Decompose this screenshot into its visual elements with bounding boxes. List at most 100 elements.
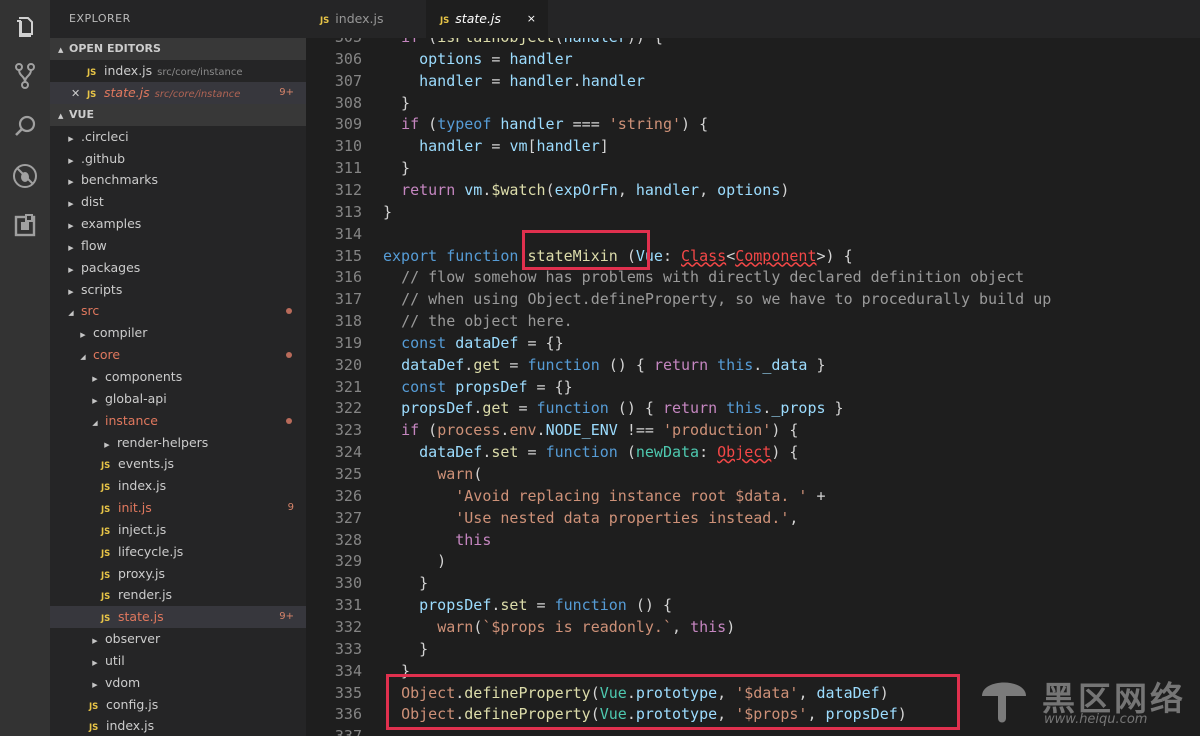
tree-folder[interactable]: ▶ .circleci (50, 126, 306, 148)
code-line: return vm.$watch(expOrFn, handler, optio… (401, 180, 790, 199)
explorer-sidebar: EXPLORER ▲ OPEN EDITORS JS index.js src/cor… (50, 0, 306, 736)
line-number: 318 (334, 312, 362, 331)
tree-folder[interactable]: ▶ examples (50, 213, 306, 235)
line-number: 324 (334, 443, 362, 462)
line-number: 325 (334, 465, 362, 483)
code-line: warn(`$props is readonly.`, this) (437, 617, 736, 636)
tree-folder[interactable]: ◢ instance (50, 410, 306, 432)
code-line: handler = handler.handler (419, 71, 645, 90)
line-number: 326 (334, 486, 362, 505)
error-dot (286, 417, 292, 424)
tree-file[interactable]: JS events.js (50, 453, 306, 475)
line-number: 330 (334, 574, 362, 593)
line-number: 327 (334, 508, 362, 527)
tree-folder[interactable]: ▶ compiler (50, 322, 306, 344)
open-editor-item[interactable]: JS index.js src/core/instance (50, 60, 306, 82)
code-line: } (383, 93, 411, 112)
tree-file[interactable]: JS lifecycle.js (50, 541, 306, 563)
line-number: 311 (334, 159, 362, 178)
tree-file[interactable]: JS config.js (50, 694, 306, 716)
js-file-icon: JS (440, 16, 450, 26)
code-line: dataDef.get = function () { return this.… (401, 355, 826, 374)
tab-state-js[interactable]: JS state.js × (426, 0, 548, 38)
close-icon[interactable]: × (527, 0, 536, 38)
code-line: Object.defineProperty(Vue.prototype, '$p… (401, 705, 907, 724)
line-number: 331 (334, 596, 362, 615)
line-number: 313 (334, 202, 362, 221)
explorer-title: EXPLORER (69, 12, 131, 25)
line-number: 305 (318, 38, 362, 49)
tree-file[interactable]: JS inject.js (50, 519, 306, 541)
tree-folder[interactable]: ▶ scripts (50, 279, 306, 301)
code-line: 'Use nested data properties instead.', (455, 508, 799, 527)
code-line: warn( (437, 465, 483, 483)
code-line: if (typeof handler === 'string') { (401, 115, 709, 134)
code-editor[interactable]: 305 if (isPlainObject(handler)) { 306 op… (306, 38, 1200, 736)
code-line: } (383, 639, 429, 658)
code-line: propsDef.set = function () { (419, 596, 672, 615)
files-icon[interactable] (11, 12, 39, 40)
code-line: const dataDef = {} (401, 333, 564, 352)
line-number: 334 (334, 661, 362, 680)
line-number: 321 (334, 377, 362, 396)
code-line: // flow somehow has problems with direct… (401, 268, 1025, 287)
line-number: 333 (334, 639, 362, 658)
tree-folder[interactable]: ▶ dist (50, 191, 306, 213)
error-dot (286, 308, 292, 315)
activity-bar (0, 0, 50, 736)
tree-folder[interactable]: ◢ src (50, 300, 306, 322)
open-editors-header[interactable]: ▲ OPEN EDITORS (50, 38, 306, 60)
line-number: 332 (334, 617, 362, 636)
code-line: propsDef.get = function () { return this… (401, 399, 844, 418)
tree-folder[interactable]: ▶ vdom (50, 672, 306, 694)
open-editor-item[interactable]: ✕ JS state.js src/core/instance 9+ (50, 81, 306, 105)
code-line: const propsDef = {} (401, 377, 573, 396)
chevron-down-icon: ▲ (58, 111, 64, 120)
line-number: 319 (334, 333, 362, 352)
tree-file-selected[interactable]: JS state.js 9+ (50, 606, 306, 629)
line-number: 312 (334, 180, 362, 199)
tree-folder[interactable]: ▶ render-helpers (50, 432, 306, 454)
line-number: 317 (334, 290, 362, 309)
code-line: // when using Object.defineProperty, so … (401, 290, 1052, 309)
tree-folder[interactable]: ▶ util (50, 650, 306, 672)
code-line: Object.defineProperty(Vue.prototype, '$d… (401, 683, 889, 702)
tree-folder[interactable]: ▶ flow (50, 235, 306, 257)
tree-file[interactable]: JS init.js 9 (50, 497, 306, 519)
code-line: if (isPlainObject(handler)) { (383, 38, 663, 49)
code-line: if (process.env.NODE_ENV !== 'production… (401, 421, 799, 440)
project-header[interactable]: ▲ VUE (50, 103, 306, 126)
tree-folder[interactable]: ▶ packages (50, 257, 306, 279)
tree-file[interactable]: JS proxy.js (50, 563, 306, 585)
line-number: 323 (334, 421, 362, 440)
line-number: 335 (334, 683, 362, 702)
line-number: 307 (334, 71, 362, 90)
line-number: 310 (334, 137, 362, 156)
code-line: 'Avoid replacing instance root $data. ' … (455, 486, 826, 505)
tree-file[interactable]: JS render.js (50, 584, 306, 606)
tree-folder[interactable]: ◢ core (50, 344, 306, 366)
close-icon[interactable]: ✕ (71, 83, 83, 105)
js-file-icon: JS (320, 16, 330, 26)
tree-folder[interactable]: ▶ benchmarks (50, 169, 306, 191)
search-icon[interactable] (11, 112, 39, 140)
line-number: 328 (334, 530, 362, 549)
code-line: handler = vm[handler] (419, 137, 609, 156)
code-line: } (383, 202, 393, 221)
source-control-icon[interactable] (11, 62, 39, 90)
watermark-url: www.heiqu.com (1044, 712, 1148, 727)
tree-folder[interactable]: ▶ .github (50, 148, 306, 170)
watermark-logo-icon (982, 682, 1026, 723)
line-number: 336 (334, 705, 362, 724)
tree-folder[interactable]: ▶ global-api (50, 388, 306, 410)
tab-index-js[interactable]: JS index.js (306, 0, 426, 38)
tree-folder[interactable]: ▶ components (50, 366, 306, 388)
line-number: 320 (334, 355, 362, 374)
tree-folder[interactable]: ▶ observer (50, 628, 306, 650)
tree-file[interactable]: JS index.js (50, 715, 306, 736)
code-line: this (455, 530, 492, 549)
error-dot (286, 352, 292, 359)
debug-icon[interactable] (11, 162, 39, 190)
extensions-icon[interactable] (11, 212, 39, 240)
tree-file[interactable]: JS index.js (50, 475, 306, 497)
